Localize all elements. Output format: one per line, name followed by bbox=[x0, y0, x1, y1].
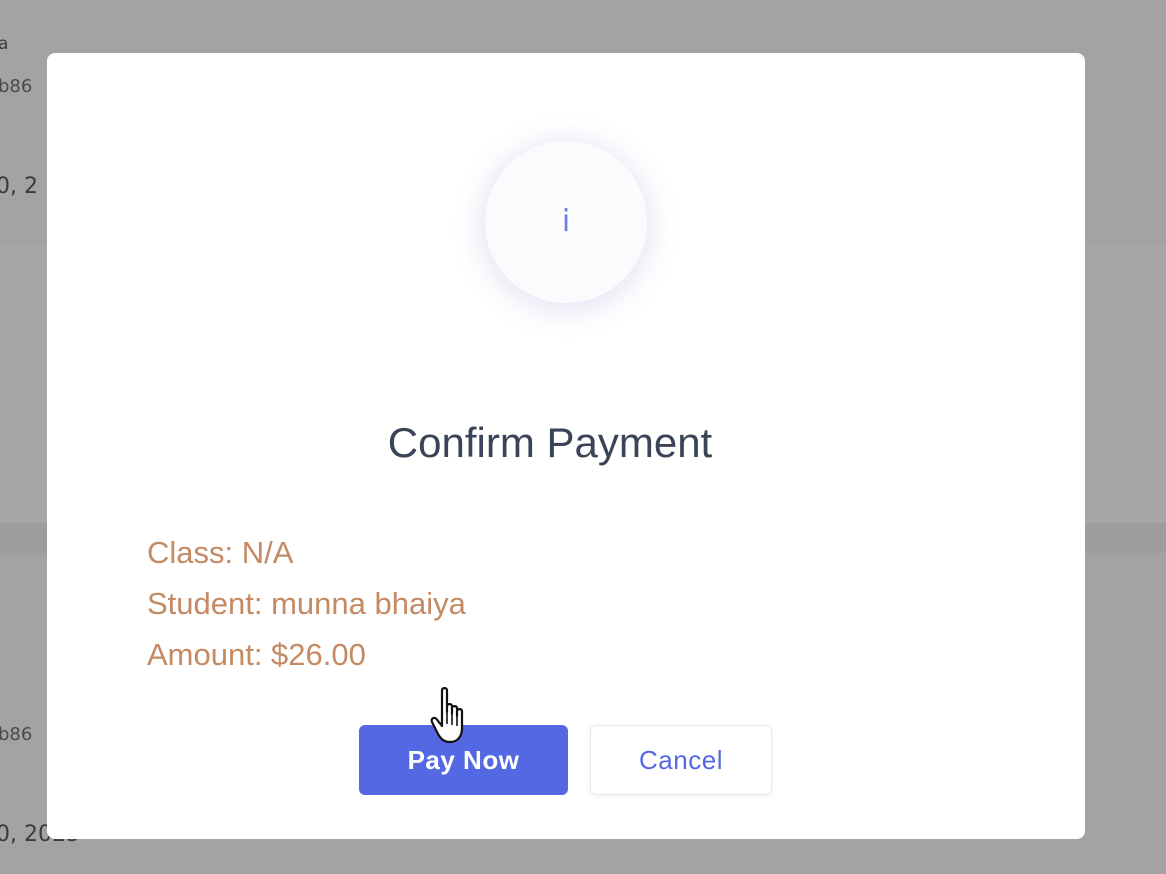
background-text: 0, 2 bbox=[0, 174, 38, 199]
cancel-label: Cancel bbox=[639, 744, 723, 775]
confirm-payment-dialog: i Confirm Payment Class: N/A Student: mu… bbox=[47, 53, 1085, 839]
background-text: a bbox=[0, 34, 9, 54]
cancel-button[interactable]: Cancel bbox=[590, 725, 772, 795]
background-text: b86 bbox=[0, 76, 33, 97]
amount-line: Amount: $26.00 bbox=[147, 637, 366, 672]
background-text: b86 bbox=[0, 724, 33, 745]
payment-details: Class: N/A Student: munna bhaiya Amount:… bbox=[147, 527, 466, 680]
info-icon-glyph: i bbox=[561, 204, 571, 239]
hand-cursor-icon bbox=[430, 687, 464, 744]
dialog-title: Confirm Payment bbox=[387, 419, 713, 466]
student-line: Student: munna bhaiya bbox=[147, 586, 466, 621]
info-icon: i bbox=[485, 141, 647, 303]
class-line: Class: N/A bbox=[147, 535, 294, 570]
pay-now-label: Pay Now bbox=[407, 744, 520, 775]
